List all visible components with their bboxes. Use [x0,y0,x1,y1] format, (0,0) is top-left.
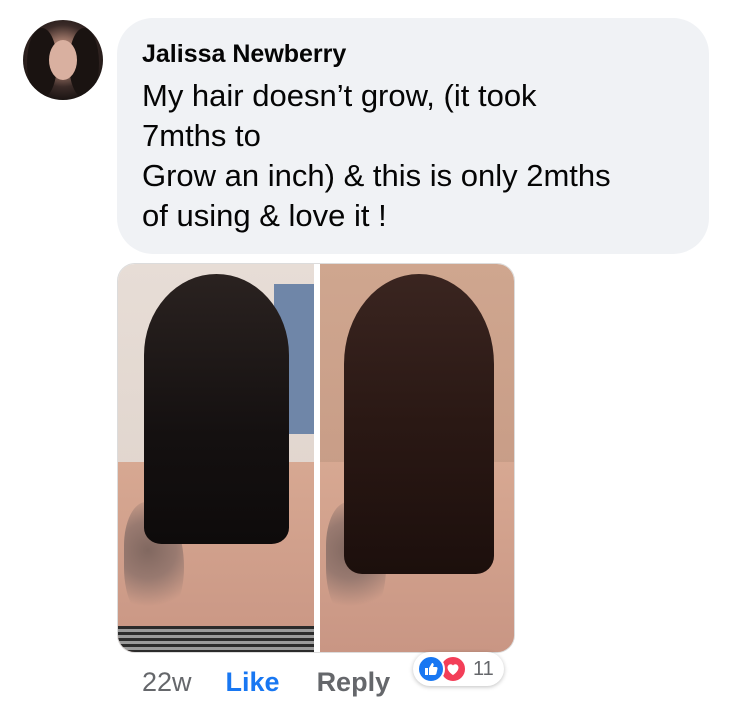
reactions-summary[interactable]: 11 [413,652,504,686]
comment-photo[interactable] [117,263,515,653]
comment-actions: 22w Like Reply [142,664,390,700]
comment-timestamp[interactable]: 22w [142,667,192,698]
comment-text-line: My hair doesn’t grow, (it took [142,78,537,113]
before-photo-panel [118,264,314,652]
comment-bubble: Jalissa Newberry My hair doesn’t grow, (… [117,18,709,254]
comment-text-line: 7mths to [142,118,261,153]
comment-author[interactable]: Jalissa Newberry [142,38,685,70]
avatar-face [49,40,77,80]
hair-before [144,274,289,544]
like-reaction-icon [417,655,445,683]
reply-button[interactable]: Reply [317,667,391,698]
like-button[interactable]: Like [226,667,280,698]
reaction-count: 11 [473,657,494,680]
hair-after [344,274,494,574]
comment-text-line: of using & love it ! [142,198,387,233]
avatar[interactable] [23,20,103,100]
comment-text: My hair doesn’t grow, (it took 7mths to … [142,76,685,236]
after-photo-panel [320,264,514,652]
top-strap [118,626,314,652]
comment-text-line: Grow an inch) & this is only 2mths [142,158,611,193]
